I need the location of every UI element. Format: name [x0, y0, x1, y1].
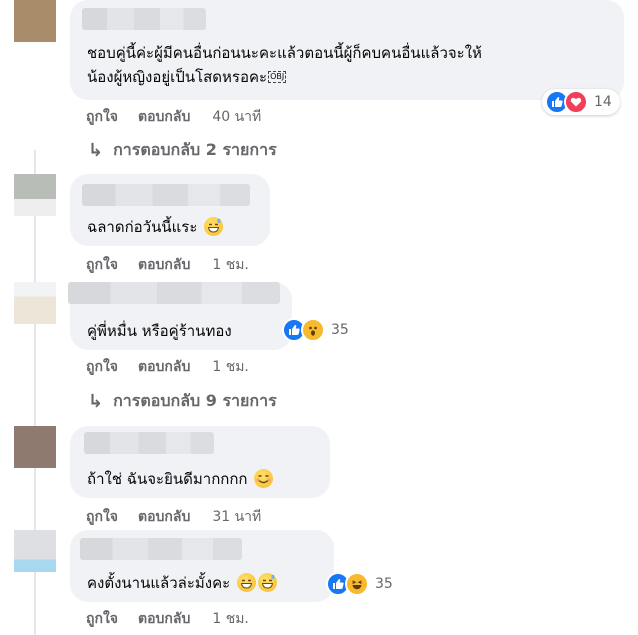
reply-button[interactable]: ตอบกลับ [138, 254, 190, 276]
reaction-count: 14 [594, 94, 612, 110]
avatar[interactable] [14, 530, 56, 572]
view-replies-link[interactable]: ↳ การตอบกลับ 2 รายการ [88, 138, 277, 163]
smiling-emoji-icon [254, 469, 274, 488]
obj-glyph: OBJ [268, 71, 287, 83]
comment-actions: ถูกใจ ตอบกลับ 31 นาที [86, 506, 261, 528]
comment-time[interactable]: 1 ชม. [212, 608, 249, 630]
comment-bubble: คู่พี่หมื่น หรือคู่ร้านทอง [68, 282, 292, 350]
comment-bubble: ชอบคู่นี้ค่ะผู้มีคนอื่นก่อนนะคะแล้วตอนนี… [70, 0, 624, 100]
comment-text: ฉลาดก่อวันนี้แระ [87, 214, 224, 240]
like-button[interactable]: ถูกใจ [86, 506, 118, 528]
comment-text-line2: น้องผู้หญิงอยู่เป็นโสดหรอคะ OBJ [87, 68, 287, 86]
author-name-blurred[interactable] [84, 432, 214, 454]
like-button[interactable]: ถูกใจ [86, 356, 118, 378]
comment-text: คงตั้งนานแล้วล่ะมั้งคะ [87, 570, 277, 596]
grinning-sweat-emoji-icon [257, 573, 277, 592]
comment-bubble: คงตั้งนานแล้วล่ะมั้งคะ [70, 530, 334, 602]
reply-button[interactable]: ตอบกลับ [138, 356, 190, 378]
reply-button[interactable]: ตอบกลับ [138, 106, 190, 128]
comment-actions: ถูกใจ ตอบกลับ 1 ชม. [86, 356, 249, 378]
avatar[interactable] [14, 282, 56, 324]
like-button[interactable]: ถูกใจ [86, 106, 118, 128]
reply-button[interactable]: ตอบกลับ [138, 506, 190, 528]
comment-actions: ถูกใจ ตอบกลับ 1 ชม. [86, 608, 249, 630]
replies-label: การตอบกลับ 2 รายการ [113, 140, 277, 159]
reply-arrow-icon: ↳ [88, 391, 104, 412]
reaction-summary[interactable]: 35 [326, 572, 393, 596]
avatar[interactable] [14, 0, 56, 42]
comment-time[interactable]: 40 นาที [212, 106, 261, 128]
laugh-icon [345, 572, 369, 596]
reaction-count: 35 [331, 322, 349, 338]
view-replies-link[interactable]: ↳ การตอบกลับ 9 รายการ [88, 389, 277, 414]
grinning-sweat-emoji-icon [204, 217, 224, 236]
grinning-emoji-icon [236, 573, 256, 592]
replies-label: การตอบกลับ 9 รายการ [113, 391, 277, 410]
reaction-count: 35 [375, 576, 393, 592]
avatar[interactable] [14, 426, 56, 468]
comment-text: คู่พี่หมื่น หรือคู่ร้านทอง [87, 322, 232, 340]
reply-button[interactable]: ตอบกลับ [138, 608, 190, 630]
author-name-blurred[interactable] [80, 538, 242, 560]
wow-icon [301, 318, 325, 342]
reaction-summary[interactable]: 14 [542, 89, 620, 115]
comment-time[interactable]: 1 ชม. [212, 356, 249, 378]
reply-arrow-icon: ↳ [88, 140, 104, 161]
comment-text: ชอบคู่นี้ค่ะผู้มีคนอื่นก่อนนะคะแล้วตอนนี… [87, 44, 482, 62]
avatar[interactable] [14, 174, 56, 216]
comment-bubble: ถ้าใช่ ฉันจะยินดีมากกกก [70, 426, 330, 498]
author-name-blurred[interactable] [82, 184, 250, 206]
comment-bubble: ฉลาดก่อวันนี้แระ [70, 174, 270, 246]
comment-text: ถ้าใช่ ฉันจะยินดีมากกกก [87, 466, 274, 492]
like-button[interactable]: ถูกใจ [86, 608, 118, 630]
comment-actions: ถูกใจ ตอบกลับ 40 นาที [86, 106, 261, 128]
love-icon [564, 90, 588, 114]
author-name-blurred[interactable] [68, 282, 280, 304]
comment-actions: ถูกใจ ตอบกลับ 1 ชม. [86, 254, 249, 276]
reaction-summary[interactable]: 35 [282, 318, 349, 342]
like-button[interactable]: ถูกใจ [86, 254, 118, 276]
comment-time[interactable]: 1 ชม. [212, 254, 249, 276]
comment-time[interactable]: 31 นาที [212, 506, 261, 528]
author-name-blurred[interactable] [82, 8, 206, 30]
